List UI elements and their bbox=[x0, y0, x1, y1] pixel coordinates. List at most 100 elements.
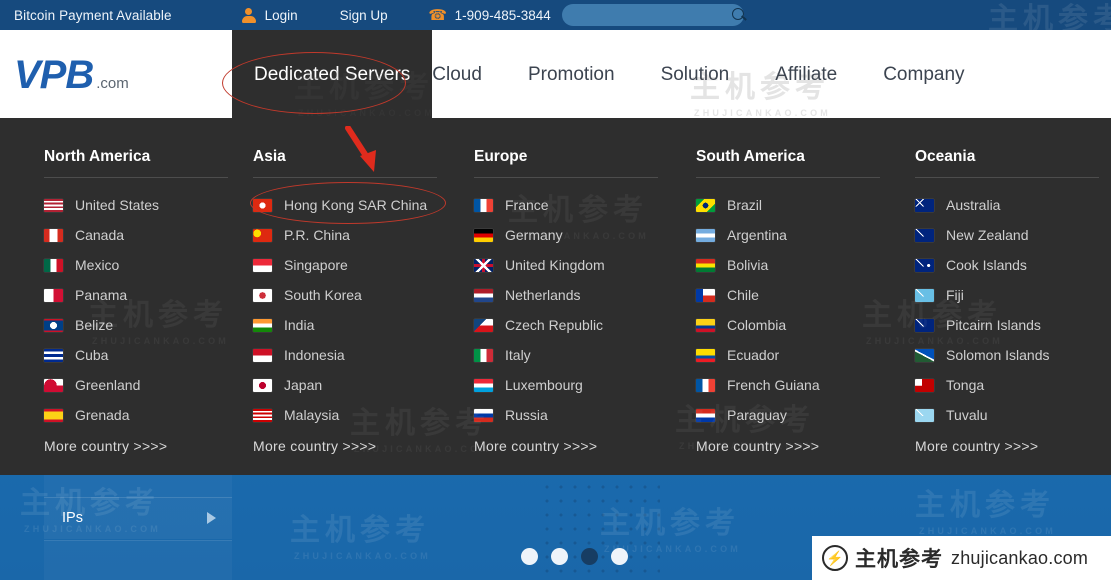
flag-bo-icon bbox=[696, 258, 715, 272]
more-country-link[interactable]: More country >>>> bbox=[253, 438, 440, 454]
nav-item-affiliate[interactable]: Affiliate bbox=[775, 60, 837, 90]
mega-column-south-america: South America Brazil Argentina Bolivia C… bbox=[660, 148, 880, 475]
flag-nl-icon bbox=[474, 288, 493, 302]
country-item-tuvalu[interactable]: Tuvalu bbox=[915, 400, 1100, 430]
country-item-cuba[interactable]: Cuba bbox=[44, 340, 220, 370]
country-item-ecuador[interactable]: Ecuador bbox=[696, 340, 880, 370]
country-item-netherlands[interactable]: Netherlands bbox=[474, 280, 660, 310]
country-label: Netherlands bbox=[505, 287, 581, 303]
country-item-italy[interactable]: Italy bbox=[474, 340, 660, 370]
country-item-bolivia[interactable]: Bolivia bbox=[696, 250, 880, 280]
country-item-japan[interactable]: Japan bbox=[253, 370, 440, 400]
page-root: 主机参考 ZHUJICANKAO.COM 主机参考 ZHUJICANKAO.CO… bbox=[0, 0, 1111, 580]
country-label: Germany bbox=[505, 227, 563, 243]
carousel-dot-2[interactable] bbox=[551, 548, 568, 565]
country-item-united-states[interactable]: United States bbox=[44, 190, 220, 220]
country-label: Panama bbox=[75, 287, 128, 303]
flag-ru-icon bbox=[474, 408, 493, 422]
nav-item-cloud[interactable]: Cloud bbox=[432, 60, 482, 90]
country-item-paraguay[interactable]: Paraguay bbox=[696, 400, 880, 430]
main-nav: Dedicated Servers Cloud Promotion Soluti… bbox=[232, 30, 965, 118]
flag-ar-icon bbox=[696, 228, 715, 242]
country-label: United Kingdom bbox=[505, 257, 605, 273]
search-input[interactable] bbox=[562, 5, 729, 25]
country-label: Italy bbox=[505, 347, 531, 363]
sidebar-panel-bottom bbox=[44, 541, 232, 580]
nav-item-promotion[interactable]: Promotion bbox=[528, 60, 615, 90]
country-label: French Guiana bbox=[727, 377, 820, 393]
more-country-link[interactable]: More country >>>> bbox=[44, 438, 220, 454]
country-label: Chile bbox=[727, 287, 759, 303]
country-item-singapore[interactable]: Singapore bbox=[253, 250, 440, 280]
flag-cu-icon bbox=[44, 348, 63, 362]
mega-column-europe: Europe France Germany United Kingdom Net… bbox=[440, 148, 660, 475]
country-item-malaysia[interactable]: Malaysia bbox=[253, 400, 440, 430]
search-icon[interactable] bbox=[729, 4, 755, 26]
login-link[interactable]: Login bbox=[241, 7, 298, 23]
country-item-solomon-islands[interactable]: Solomon Islands bbox=[915, 340, 1100, 370]
country-item-mexico[interactable]: Mexico bbox=[44, 250, 220, 280]
country-item-grenada[interactable]: Grenada bbox=[44, 400, 220, 430]
signup-link[interactable]: Sign Up bbox=[340, 8, 388, 23]
country-item-french-guiana[interactable]: French Guiana bbox=[696, 370, 880, 400]
flag-fr-icon bbox=[474, 198, 493, 212]
country-item-fiji[interactable]: Fiji bbox=[915, 280, 1100, 310]
country-item-new-zealand[interactable]: New Zealand bbox=[915, 220, 1100, 250]
country-item-panama[interactable]: Panama bbox=[44, 280, 220, 310]
country-item-cook-islands[interactable]: Cook Islands bbox=[915, 250, 1100, 280]
nav-item-solution[interactable]: Solution bbox=[661, 60, 730, 90]
country-item-luxembourg[interactable]: Luxembourg bbox=[474, 370, 660, 400]
country-label: Hong Kong SAR China bbox=[284, 197, 428, 213]
carousel-dot-4[interactable] bbox=[611, 548, 628, 565]
country-item-belize[interactable]: Belize bbox=[44, 310, 220, 340]
flag-ca-icon bbox=[44, 228, 63, 242]
flag-gd-icon bbox=[44, 408, 63, 422]
country-item-indonesia[interactable]: Indonesia bbox=[253, 340, 440, 370]
country-item-france[interactable]: France bbox=[474, 190, 660, 220]
country-item-china[interactable]: P.R. China bbox=[253, 220, 440, 250]
search-box[interactable] bbox=[562, 4, 744, 26]
country-item-south-korea[interactable]: South Korea bbox=[253, 280, 440, 310]
country-item-india[interactable]: India bbox=[253, 310, 440, 340]
banner-dot-pattern bbox=[540, 480, 660, 580]
country-item-czech-republic[interactable]: Czech Republic bbox=[474, 310, 660, 340]
country-item-brazil[interactable]: Brazil bbox=[696, 190, 880, 220]
country-label: Pitcairn Islands bbox=[946, 317, 1041, 333]
site-logo[interactable]: VPB .com bbox=[14, 55, 129, 95]
country-item-germany[interactable]: Germany bbox=[474, 220, 660, 250]
flag-tv-icon bbox=[915, 408, 934, 422]
country-item-chile[interactable]: Chile bbox=[696, 280, 880, 310]
flag-ck-icon bbox=[915, 258, 934, 272]
mega-menu-dropdown: North America United States Canada Mexic… bbox=[0, 118, 1111, 475]
flag-co-icon bbox=[696, 318, 715, 332]
carousel-dot-3[interactable] bbox=[581, 548, 598, 565]
country-item-colombia[interactable]: Colombia bbox=[696, 310, 880, 340]
country-item-united-kingdom[interactable]: United Kingdom bbox=[474, 250, 660, 280]
carousel-dot-1[interactable] bbox=[521, 548, 538, 565]
more-country-link[interactable]: More country >>>> bbox=[474, 438, 660, 454]
country-item-greenland[interactable]: Greenland bbox=[44, 370, 220, 400]
flag-to-icon bbox=[915, 378, 934, 392]
country-item-argentina[interactable]: Argentina bbox=[696, 220, 880, 250]
sidebar-item-ips[interactable]: IPs bbox=[44, 497, 232, 539]
country-item-pitcairn-islands[interactable]: Pitcairn Islands bbox=[915, 310, 1100, 340]
country-item-russia[interactable]: Russia bbox=[474, 400, 660, 430]
more-country-link[interactable]: More country >>>> bbox=[915, 438, 1100, 454]
mega-column-oceania: Oceania Australia New Zealand Cook Islan… bbox=[880, 148, 1100, 475]
country-item-tonga[interactable]: Tonga bbox=[915, 370, 1100, 400]
column-title: Asia bbox=[253, 148, 437, 178]
more-country-link[interactable]: More country >>>> bbox=[696, 438, 880, 454]
country-item-australia[interactable]: Australia bbox=[915, 190, 1100, 220]
country-item-hong-kong[interactable]: Hong Kong SAR China bbox=[253, 190, 440, 220]
country-label: Mexico bbox=[75, 257, 120, 273]
nav-item-dedicated-servers[interactable]: Dedicated Servers bbox=[232, 30, 433, 118]
flag-it-icon bbox=[474, 348, 493, 362]
country-label: Fiji bbox=[946, 287, 964, 303]
country-label: Luxembourg bbox=[505, 377, 583, 393]
nav-item-company[interactable]: Company bbox=[883, 60, 964, 90]
carousel-pagination bbox=[521, 548, 628, 565]
country-item-canada[interactable]: Canada bbox=[44, 220, 220, 250]
country-label: Cuba bbox=[75, 347, 109, 363]
country-list: Australia New Zealand Cook Islands Fiji … bbox=[915, 190, 1100, 430]
flag-py-icon bbox=[696, 408, 715, 422]
